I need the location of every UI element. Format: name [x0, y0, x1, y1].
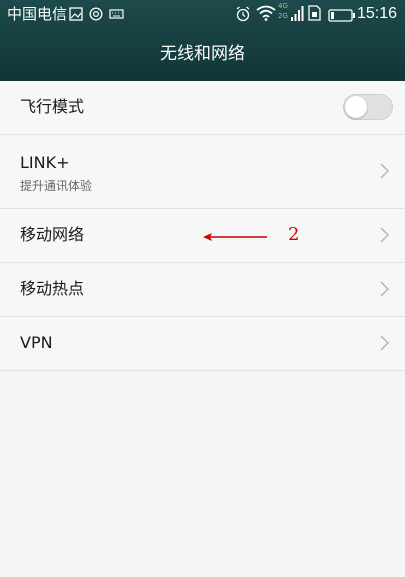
chevron-right-icon [380, 281, 389, 301]
status-bar: 中国电信 4G 2G 15:16 [0, 0, 405, 28]
link-plus-row[interactable]: LINK+ 提升通讯体验 [0, 135, 405, 209]
vpn-label: VPN [20, 333, 53, 352]
signal-strength-icon [290, 4, 304, 26]
airplane-mode-label: 飞行模式 [20, 97, 85, 116]
link-plus-label: LINK+ [20, 153, 70, 172]
airplane-mode-row[interactable]: 飞行模式 [0, 81, 405, 135]
airplane-mode-toggle[interactable] [343, 94, 393, 120]
hotspot-label: 移动热点 [20, 279, 85, 298]
sim-card-icon [308, 5, 321, 25]
chevron-right-icon [380, 163, 389, 183]
vpn-row[interactable]: VPN [0, 317, 405, 371]
mobile-network-label: 移动网络 [20, 225, 85, 244]
alarm-icon [235, 6, 251, 26]
settings-list: 飞行模式 LINK+ 提升通讯体验 移动网络 移动热点 VPN [0, 81, 405, 371]
chevron-right-icon [380, 335, 389, 355]
link-plus-subtitle: 提升通讯体验 [20, 179, 93, 193]
hotspot-row[interactable]: 移动热点 [0, 263, 405, 317]
image-notification-icon [69, 6, 83, 25]
toggle-knob [345, 96, 367, 118]
annotation-arrow-icon [202, 229, 268, 248]
battery-icon [328, 7, 356, 26]
app-header: 中国电信 4G 2G 15:16 无线和网络 [0, 0, 405, 81]
carrier-name: 中国电信 [7, 5, 68, 23]
app-notification-icon [89, 6, 103, 25]
wifi-icon [256, 5, 276, 25]
annotation-step-number: 2 [288, 224, 300, 245]
clock: 15:16 [356, 5, 397, 22]
page-title: 无线和网络 [160, 44, 245, 64]
network-type-indicator: 4G 2G [278, 2, 288, 20]
chevron-right-icon [380, 227, 389, 247]
keyboard-icon [109, 6, 124, 25]
